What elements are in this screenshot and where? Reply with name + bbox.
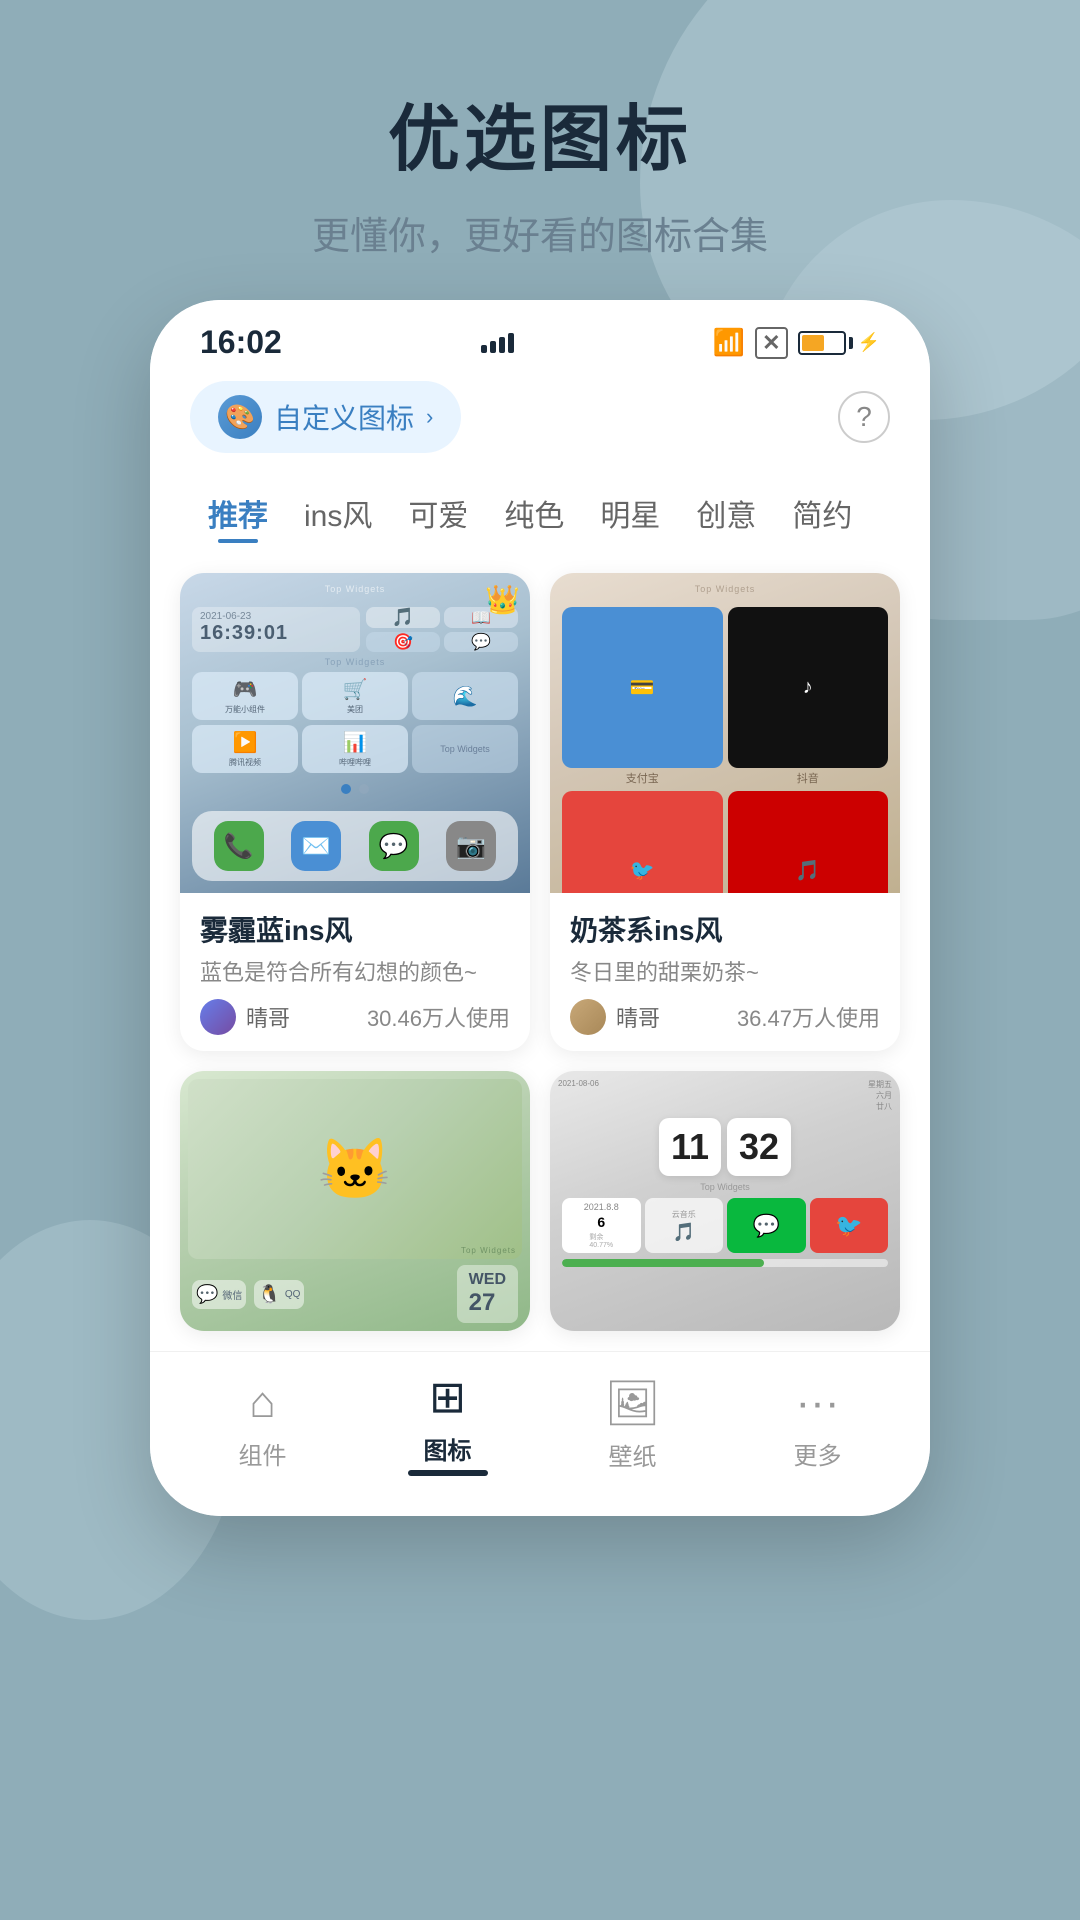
theme-name-beige: 奶茶系ins风 bbox=[570, 909, 880, 949]
custom-icon-bar: 🎨 自定义图标 › ? bbox=[150, 371, 930, 473]
custom-icon-label: 自定义图标 bbox=[274, 397, 414, 437]
signal-bar-4 bbox=[508, 333, 514, 353]
tab-recommended[interactable]: 推荐 bbox=[190, 483, 286, 543]
theme-preview-blue: 👑 Top Widgets 盐系零霾蓝 2021-06-23 16:39:01 bbox=[180, 573, 530, 893]
page-subtitle: 更懂你，更好看的图标合集 bbox=[0, 205, 1080, 260]
nav-widgets[interactable]: ⌂ 组件 bbox=[170, 1378, 355, 1471]
signal-bar-2 bbox=[490, 341, 496, 353]
signal-bars bbox=[481, 333, 514, 353]
status-time: 16:02 bbox=[200, 324, 282, 361]
author-avatar-blue bbox=[200, 999, 236, 1035]
nav-label-icons: 图标 bbox=[424, 1431, 472, 1466]
bottom-nav: ⌂ 组件 ⊞ 图标 🖼 壁纸 ··· 更多 bbox=[150, 1351, 930, 1516]
author-name-blue: 晴哥 bbox=[246, 1001, 290, 1033]
help-button[interactable]: ? bbox=[838, 391, 890, 443]
status-bar: 16:02 📶 ✕ ⚡ bbox=[150, 300, 930, 371]
custom-icon-button[interactable]: 🎨 自定义图标 › bbox=[190, 381, 461, 453]
battery-icon: ⚡ bbox=[798, 331, 880, 355]
theme-desc-blue: 蓝色是符合所有幻想的颜色~ bbox=[200, 955, 510, 987]
dock-msg-icon: 💬 bbox=[369, 821, 419, 871]
top-widgets-label-1: Top Widgets bbox=[188, 657, 522, 667]
top-widgets-banner-1: Top Widgets bbox=[188, 581, 522, 597]
tab-ins[interactable]: ins风 bbox=[286, 483, 390, 543]
nav-wallpaper[interactable]: 🖼 壁纸 bbox=[540, 1377, 725, 1472]
theme-meta-beige: 晴哥 36.47万人使用 bbox=[570, 999, 880, 1035]
dock-mail-icon: ✉️ bbox=[291, 821, 341, 871]
page-title: 优选图标 bbox=[0, 80, 1080, 185]
author-avatar-beige bbox=[570, 999, 606, 1035]
usage-count-blue: 30.46万人使用 bbox=[367, 1001, 510, 1033]
theme-name-blue: 雾霾蓝ins风 bbox=[200, 909, 510, 949]
author-name-beige: 晴哥 bbox=[616, 1001, 660, 1033]
theme-desc-beige: 冬日里的甜栗奶茶~ bbox=[570, 955, 880, 987]
theme-grid: 👑 Top Widgets 盐系零霾蓝 2021-06-23 16:39:01 bbox=[150, 563, 930, 1351]
theme-card-cat[interactable]: 🐱 Top Widgets 💬 微信 🐧 QQ WED27 bbox=[180, 1071, 530, 1331]
help-icon: ? bbox=[856, 401, 872, 433]
theme-card-blue[interactable]: 👑 Top Widgets 盐系零霾蓝 2021-06-23 16:39:01 bbox=[180, 573, 530, 1051]
theme-preview-cat: 🐱 Top Widgets 💬 微信 🐧 QQ WED27 bbox=[180, 1071, 530, 1331]
theme-card-beige[interactable]: Top Widgets 🎨 Top Widgets 💳 支付宝 ♪ bbox=[550, 573, 900, 1051]
theme-info-beige: 奶茶系ins风 冬日里的甜栗奶茶~ 晴哥 36.47万人使用 bbox=[550, 893, 900, 1051]
custom-icon-avatar: 🎨 bbox=[218, 395, 262, 439]
nav-label-widgets: 组件 bbox=[239, 1436, 287, 1471]
top-widgets-banner-2: Top Widgets bbox=[558, 581, 892, 597]
wallpaper-icon: 🖼 bbox=[605, 1377, 661, 1429]
theme-card-minimal[interactable]: 2021-08-06 星期五六月廿八 11 32 Top Widgets 202… bbox=[550, 1071, 900, 1331]
app-weibo: 🐦 微博 bbox=[562, 791, 723, 894]
more-icon: ··· bbox=[796, 1378, 840, 1428]
usage-count-beige: 36.47万人使用 bbox=[737, 1001, 880, 1033]
preview-dock-blue: 📞 ✉️ 💬 📷 bbox=[192, 811, 518, 881]
app-music: 🎵 网易云音乐 bbox=[728, 791, 889, 894]
app-tiktok: ♪ 抖音 bbox=[728, 607, 889, 786]
tab-creative[interactable]: 创意 bbox=[678, 483, 774, 543]
tab-solid[interactable]: 纯色 bbox=[486, 483, 582, 543]
category-tabs: 推荐 ins风 可爱 纯色 明星 创意 简约 bbox=[150, 473, 930, 563]
tab-cute[interactable]: 可爱 bbox=[390, 483, 486, 543]
theme-preview-beige: Top Widgets 🎨 Top Widgets 💳 支付宝 ♪ bbox=[550, 573, 900, 893]
dock-phone-icon: 📞 bbox=[214, 821, 264, 871]
nav-label-wallpaper: 壁纸 bbox=[609, 1437, 657, 1472]
nav-label-more: 更多 bbox=[794, 1436, 842, 1471]
wifi-icon: 📶 bbox=[713, 327, 745, 358]
signal-bar-3 bbox=[499, 337, 505, 353]
premium-crown-icon: 👑 bbox=[485, 583, 520, 616]
theme-info-blue: 雾霾蓝ins风 蓝色是符合所有幻想的颜色~ 晴哥 30.46万人使用 bbox=[180, 893, 530, 1051]
nav-active-indicator bbox=[408, 1470, 488, 1476]
signal-bar-1 bbox=[481, 345, 487, 353]
icons-icon: ⊞ bbox=[429, 1372, 466, 1423]
x-icon: ✕ bbox=[755, 327, 787, 359]
customize-icon: 🎨 bbox=[225, 403, 255, 432]
top-widgets-minimal: Top Widgets bbox=[558, 1182, 892, 1192]
status-icons: 📶 ✕ ⚡ bbox=[713, 327, 880, 359]
theme-preview-minimal: 2021-08-06 星期五六月廿八 11 32 Top Widgets 202… bbox=[550, 1071, 900, 1331]
top-widgets-cat: Top Widgets bbox=[461, 1246, 516, 1255]
phone-mockup: 16:02 📶 ✕ ⚡ 🎨 自定义图标 › bbox=[150, 300, 930, 1516]
page-header: 优选图标 更懂你，更好看的图标合集 bbox=[0, 0, 1080, 300]
nav-more[interactable]: ··· 更多 bbox=[725, 1378, 910, 1471]
widgets-icon: ⌂ bbox=[249, 1378, 276, 1428]
tab-star[interactable]: 明星 bbox=[582, 483, 678, 543]
carousel-dots-1 bbox=[188, 778, 522, 800]
theme-meta-blue: 晴哥 30.46万人使用 bbox=[200, 999, 510, 1035]
app-alipay: 💳 支付宝 bbox=[562, 607, 723, 786]
nav-icons[interactable]: ⊞ 图标 bbox=[355, 1372, 540, 1476]
tab-minimal[interactable]: 简约 bbox=[774, 483, 870, 543]
dock-camera-icon: 📷 bbox=[446, 821, 496, 871]
chevron-right-icon: › bbox=[426, 404, 433, 430]
